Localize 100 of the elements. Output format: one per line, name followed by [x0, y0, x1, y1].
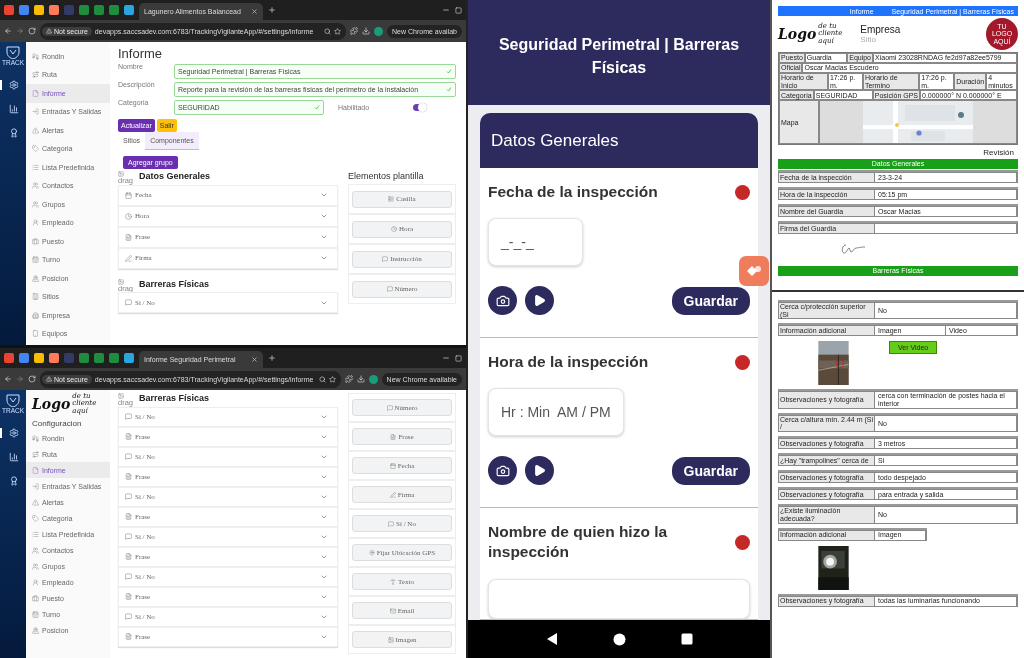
- mail-icon: [389, 607, 396, 614]
- new-tab-icon[interactable]: [268, 6, 276, 14]
- answer-field[interactable]: Hr : Min AM / PM: [488, 388, 624, 437]
- route-icon: [32, 71, 39, 79]
- extensions-icon[interactable]: [344, 375, 353, 383]
- warning-icon: [32, 126, 39, 134]
- person-icon: [32, 578, 39, 586]
- star-icon[interactable]: [328, 375, 336, 383]
- document-icon: [125, 513, 132, 520]
- people-icon: [32, 200, 39, 208]
- pen-icon: [125, 254, 132, 262]
- document-icon: [390, 433, 397, 440]
- warning-icon: [32, 498, 39, 506]
- download-icon[interactable]: [356, 375, 365, 383]
- calendar-icon: [125, 191, 132, 199]
- people-icon: [32, 182, 39, 190]
- chevron-icon[interactable]: [320, 254, 328, 262]
- chevron-icon[interactable]: [320, 212, 328, 220]
- download-icon[interactable]: [362, 27, 370, 35]
- speech-bubble-icon: [386, 286, 393, 292]
- home-icon[interactable]: [613, 632, 627, 646]
- profile-avatar[interactable]: [374, 26, 383, 36]
- people-icon: [32, 562, 39, 570]
- tag-icon: [32, 514, 39, 522]
- question-label: Nombre de quien hizo la inspección: [488, 522, 669, 563]
- back-icon[interactable]: [545, 632, 560, 646]
- star-icon[interactable]: [334, 27, 341, 35]
- pin-icon: [32, 626, 39, 634]
- document-icon: [125, 433, 132, 440]
- clock-icon: [391, 226, 397, 232]
- calendar-icon: [32, 256, 39, 264]
- speech-bubble-icon: [125, 453, 132, 460]
- new-tab-icon[interactable]: [268, 354, 276, 362]
- login-icon: [32, 482, 39, 490]
- calendar-icon: [389, 462, 396, 469]
- speech-bubble-icon: [125, 533, 132, 540]
- list-icon: [32, 530, 39, 538]
- image-icon: [387, 636, 394, 643]
- question-label: Fecha de la inspección: [488, 182, 659, 202]
- profile-avatar[interactable]: [368, 374, 378, 384]
- floating-action-icon[interactable]: [739, 256, 769, 286]
- revision-label: Revisión: [983, 148, 1014, 158]
- reload-icon[interactable]: [28, 375, 36, 383]
- reload-icon[interactable]: [28, 27, 36, 35]
- warning-icon: [46, 376, 52, 382]
- recents-icon[interactable]: [680, 633, 693, 645]
- maximize-icon[interactable]: [455, 6, 462, 14]
- building-icon: [32, 311, 39, 319]
- group-title: Barreras Físicas: [139, 393, 210, 403]
- maximize-icon[interactable]: [455, 354, 462, 362]
- close-icon[interactable]: [251, 356, 258, 363]
- search-icon[interactable]: [324, 27, 331, 35]
- play-icon[interactable]: [525, 456, 554, 486]
- building-icon: [32, 293, 39, 301]
- group-title: Datos Generales: [139, 171, 211, 181]
- chevron-icon[interactable]: [320, 191, 328, 199]
- speech-bubble-icon: [125, 573, 132, 580]
- camera-icon[interactable]: [488, 456, 517, 486]
- play-icon[interactable]: [525, 286, 554, 316]
- person-icon: [32, 219, 39, 227]
- close-icon[interactable]: [251, 8, 258, 15]
- minimize-icon[interactable]: [442, 6, 450, 14]
- speech-bubble-icon: [386, 404, 393, 411]
- forward-icon[interactable]: [16, 27, 24, 35]
- briefcase-icon: [32, 237, 39, 245]
- chevron-icon[interactable]: [320, 233, 328, 241]
- extensions-icon[interactable]: [350, 27, 358, 35]
- people-icon: [32, 546, 39, 554]
- answer-field[interactable]: [488, 578, 750, 619]
- document-icon: [125, 233, 132, 241]
- site-name: Sitio: [860, 35, 877, 44]
- save-button[interactable]: Guardar: [671, 286, 750, 315]
- footprints-icon: [32, 52, 39, 60]
- tag-icon: [32, 145, 39, 153]
- document-icon: [125, 553, 132, 560]
- answer-field[interactable]: _-_-_: [488, 218, 583, 267]
- forward-icon[interactable]: [16, 375, 24, 383]
- screen-title: Seguridad Perimetral | Barreras Físicas: [468, 0, 770, 105]
- list-icon: [32, 163, 39, 171]
- speech-bubble-icon: [382, 256, 389, 262]
- speech-bubble-icon: [125, 493, 132, 500]
- document-icon: [125, 593, 132, 600]
- question-label: Hora de la inspección: [488, 352, 650, 373]
- minimize-icon[interactable]: [442, 354, 450, 362]
- palette-title: Elementos plantilla: [348, 171, 425, 181]
- list-icon: [388, 196, 395, 202]
- search-icon[interactable]: [318, 375, 326, 383]
- speech-bubble-icon: [125, 613, 132, 620]
- group-title: Barreras Físicas: [139, 278, 210, 289]
- text-icon: [390, 578, 397, 585]
- save-button[interactable]: Guardar: [671, 456, 750, 485]
- route-icon: [32, 450, 39, 458]
- file-icon: [32, 466, 39, 474]
- toggle-switch[interactable]: [413, 103, 426, 111]
- pin-icon: [32, 274, 39, 282]
- camera-icon[interactable]: [488, 286, 517, 316]
- briefcase-icon: [32, 594, 39, 602]
- document-icon: [125, 473, 132, 480]
- page-title: Informe: [118, 46, 164, 61]
- signature-drawing: [840, 242, 866, 257]
